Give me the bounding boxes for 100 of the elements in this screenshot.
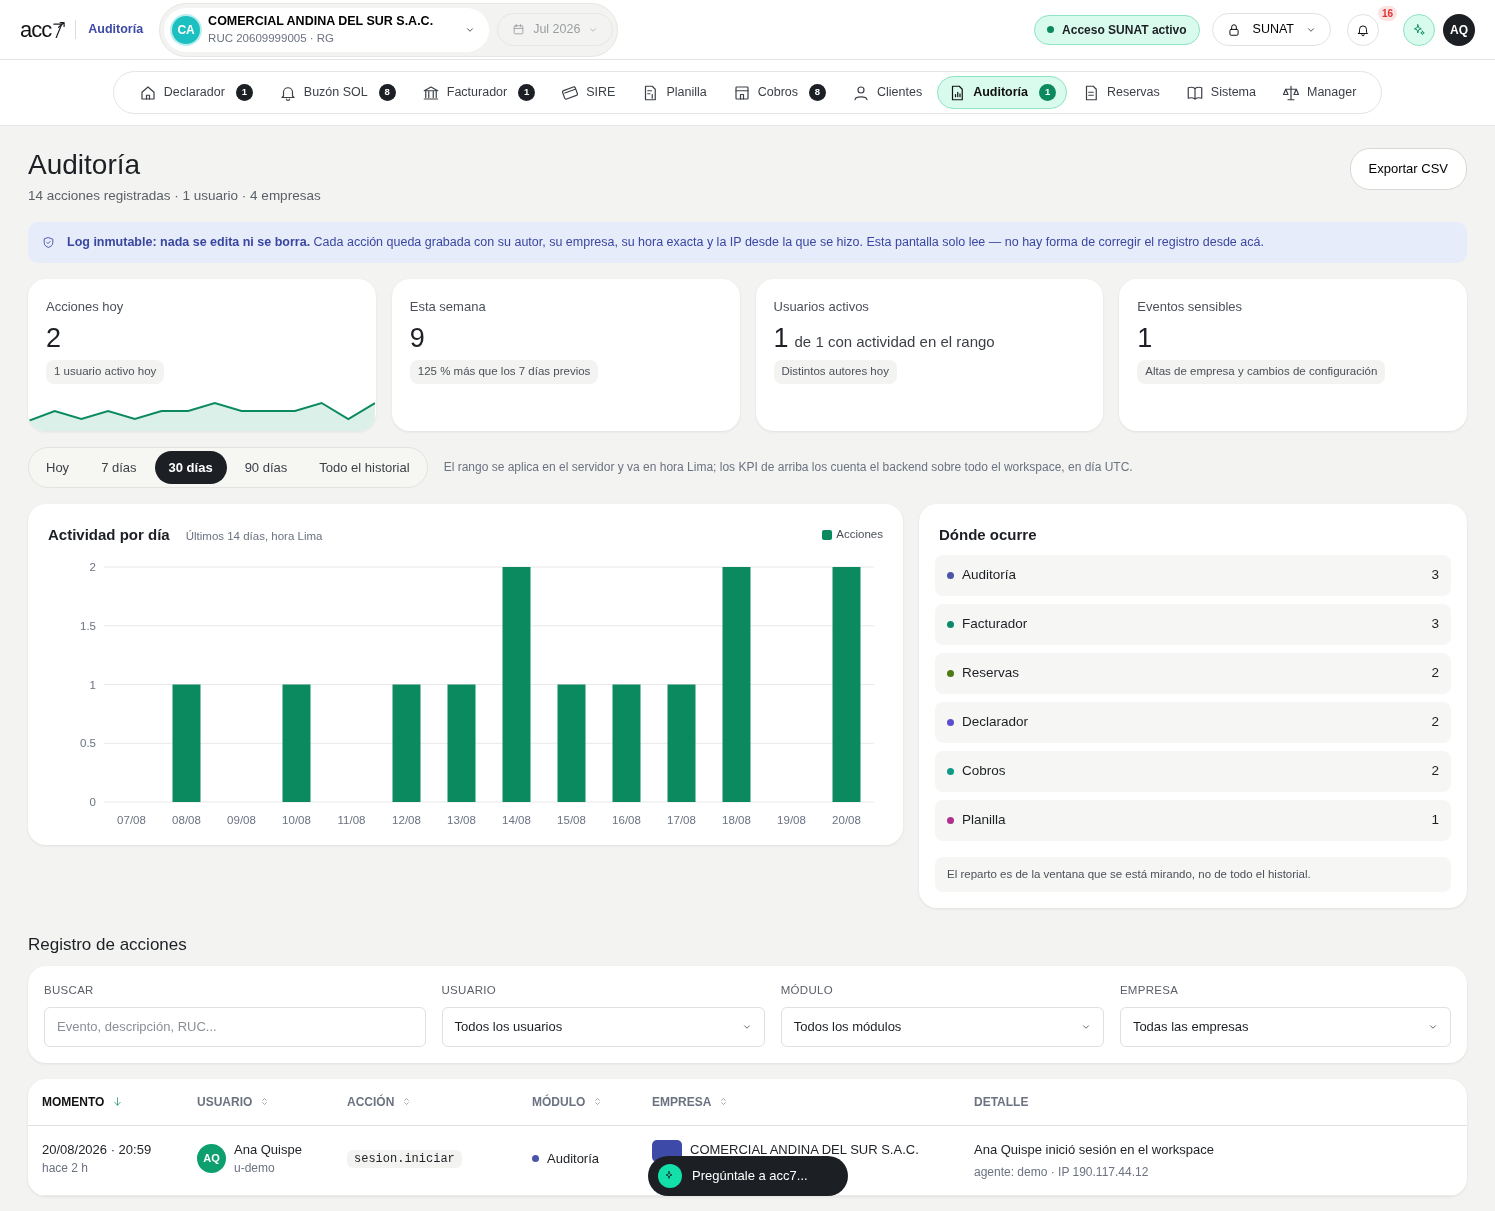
column-header[interactable]: USUARIO	[197, 1092, 270, 1111]
axis-label: 09/08	[227, 813, 256, 826]
section-label: Auditoría	[75, 20, 144, 39]
search-field[interactable]: Evento, descripción, RUC...	[44, 1006, 426, 1047]
kpi-value: 1	[773, 322, 789, 355]
filter-label: BUSCAR	[44, 982, 95, 998]
range-tab[interactable]: 7 días	[87, 450, 151, 485]
page-subtitle: 14 acciones registradas · 1 usuario · 4 empresas	[28, 186, 321, 205]
card-icon	[561, 83, 580, 102]
section-title: Registro de acciones	[28, 934, 188, 957]
notice-text: Log inmutable: nada se edita ni se borra. Cada acción queda grabada con su autor, su empresa, su hora exacta y la IP desde la que se hizo. Esta pantalla solo lee — no hay forma de corregir el registro desde acá.	[67, 233, 1264, 251]
nav-tab[interactable]: Reservas	[1071, 76, 1171, 109]
page-title: Auditoría	[28, 148, 142, 182]
notifications-button[interactable]	[1347, 13, 1379, 46]
column-header[interactable]: MÓDULO	[532, 1092, 603, 1111]
legend-swatch	[822, 530, 833, 541]
nav-tab[interactable]: Facturador 1	[410, 76, 547, 109]
range-tab[interactable]: 30 días	[154, 450, 227, 485]
filter-dropdown[interactable]: Todos los módulos	[780, 1006, 1104, 1047]
filter-dropdown[interactable]: Todas las empresas	[1119, 1006, 1452, 1047]
column-header: DETALLE	[974, 1093, 1029, 1111]
nav-tab[interactable]: Declarador 1	[127, 76, 264, 109]
detail-meta: agente: demo · IP 190.117.44.12	[974, 1164, 1150, 1182]
shield-check-icon	[42, 235, 55, 249]
axis-label: 14/08	[502, 813, 531, 826]
bell-icon	[1356, 22, 1370, 37]
module-name: Declarador	[962, 712, 1029, 731]
nav-tab[interactable]: Buzón SOL 8	[267, 76, 407, 109]
company-name: COMERCIAL ANDINA DEL SUR S.A.C.	[208, 12, 434, 30]
module-name: Cobros	[962, 761, 1006, 780]
range-tab[interactable]: Todo el historial	[305, 450, 424, 485]
kpi-chip: 125 % más que los 7 días previos	[409, 360, 599, 384]
sunat-menu[interactable]: SUNAT	[1211, 13, 1331, 46]
axis-label: 10/08	[282, 813, 311, 826]
panel-title: Actividad por día	[48, 525, 170, 546]
company-avatar: CA	[172, 15, 201, 44]
kpi-label: Usuarios activos	[773, 297, 870, 316]
company-ruc: RUC 20609999005 · RG	[208, 31, 336, 47]
module-count: 2	[1431, 712, 1439, 731]
status-pill: Acceso SUNAT activo	[1034, 14, 1200, 45]
filter-label: MÓDULO	[780, 982, 834, 998]
nav-tab[interactable]: Cobros 8	[721, 76, 837, 109]
column-header[interactable]: ACCIÓN	[347, 1092, 412, 1111]
module-count: 3	[1431, 614, 1439, 633]
detail-text: Ana Quispe inició sesión en el workspace	[974, 1140, 1215, 1159]
relative-time: hace 2 h	[42, 1160, 90, 1178]
logo-text: acc	[20, 16, 52, 44]
user-avatar: AQ	[1443, 13, 1475, 46]
nav-tab[interactable]: Manager	[1271, 76, 1368, 109]
kpi-value: 2	[46, 322, 62, 355]
action-code: sesion.iniciar	[347, 1149, 462, 1168]
axis-label: 07/08	[117, 813, 146, 826]
user-handle: u-demo	[234, 1160, 276, 1178]
range-note: El rango se aplica en el servidor y va en hora Lima; los KPI de arriba los cuenta el backend sobre todo el workspace, en día UTC.	[443, 459, 1133, 477]
column-header[interactable]: MOMENTO	[42, 1092, 124, 1111]
panel-title: Dónde ocurre	[938, 525, 1038, 546]
count-badge: 1	[235, 84, 253, 101]
module-name: Auditoría	[547, 1149, 600, 1168]
nav-tab[interactable]: Sistema	[1174, 76, 1267, 109]
nav-tab[interactable]: SIRE	[550, 76, 627, 109]
panel-subtitle: Últimos 14 días, hora Lima	[185, 529, 323, 545]
export-button[interactable]: Exportar CSV	[1349, 148, 1467, 190]
user-name: Ana Quispe	[234, 1140, 302, 1159]
column-header[interactable]: EMPRESA	[652, 1092, 729, 1111]
kpi-chip: 1 usuario activo hoy	[46, 360, 165, 384]
kpi-caption: de 1 con actividad en el rango	[794, 333, 995, 352]
arrow-logo-icon	[51, 20, 68, 39]
filter-dropdown[interactable]: Todos los usuarios	[441, 1006, 765, 1047]
axis-label: 12/08	[392, 813, 421, 826]
axis-label: 20/08	[832, 813, 861, 826]
axis-label: 0	[89, 795, 96, 808]
module-count: 1	[1431, 810, 1439, 829]
axis-label: 0.5	[80, 736, 96, 749]
axis-label: 1.5	[80, 619, 96, 632]
axis-label: 1	[89, 678, 96, 691]
axis-label: 11/08	[337, 813, 366, 826]
axis-label: 08/08	[172, 813, 201, 826]
storefront-icon	[732, 83, 751, 102]
nav-tab[interactable]: Auditoría 1	[937, 76, 1068, 109]
panel-note: El reparto es de la ventana que se está mirando, no de todo el historial.	[935, 856, 1451, 892]
nav-tab[interactable]: Planilla	[630, 76, 718, 109]
range-tab[interactable]: 90 días	[230, 450, 302, 485]
assistant-chip[interactable]: Pregúntale a acc7...	[648, 1156, 848, 1196]
kpi-label: Esta semana	[409, 297, 487, 316]
nav-tab[interactable]: Clientes	[841, 76, 934, 109]
range-tab[interactable]: Hoy	[32, 450, 84, 485]
kpi-chip: Altas de empresa y cambios de configuración	[1137, 360, 1386, 384]
module-name: Facturador	[962, 614, 1028, 633]
count-badge: 8	[378, 84, 396, 101]
module-name: Reservas	[962, 663, 1020, 682]
company-selector[interactable]: CA COMERCIAL ANDINA DEL SUR S.A.C. RUC 20609999005 · RG	[164, 7, 490, 52]
module-count: 2	[1431, 663, 1439, 682]
kpi-value: 9	[409, 322, 425, 355]
filter-label: EMPRESA	[1119, 982, 1180, 998]
module-name: Planilla	[962, 810, 1006, 829]
axis-label: 16/08	[612, 813, 641, 826]
calendar-icon	[512, 23, 526, 36]
axis-label: 19/08	[777, 813, 806, 826]
count-badge: 1	[1039, 84, 1057, 101]
scale-icon	[1282, 83, 1300, 102]
